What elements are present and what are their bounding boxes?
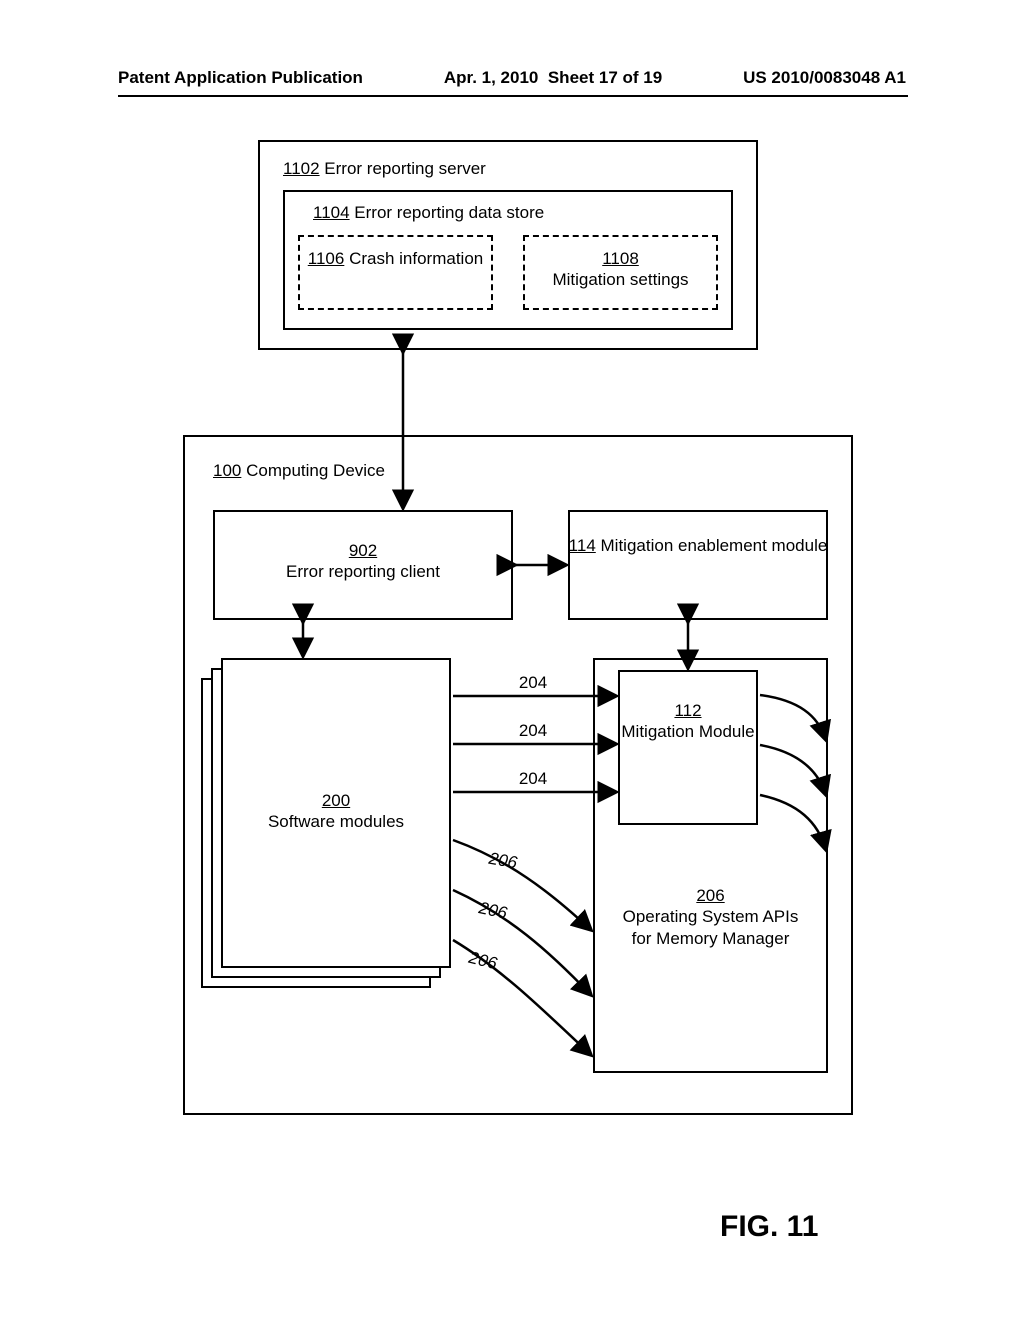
label-mitigation-settings: 1108 Mitigation settings xyxy=(523,248,718,291)
label-os-apis: 206 Operating System APIs for Memory Man… xyxy=(613,885,808,949)
label-204-2: 204 xyxy=(508,720,558,741)
label-mitigation-enablement-module: 114 Mitigation enablement module xyxy=(568,535,828,556)
page-header: Patent Application Publication Apr. 1, 2… xyxy=(0,68,1024,88)
figure-label: FIG. 11 xyxy=(720,1210,818,1244)
label-crash-information: 1106 Crash information xyxy=(298,248,493,269)
label-error-reporting-server: 1102 Error reporting server xyxy=(283,158,486,179)
label-error-reporting-client: 902 Error reporting client xyxy=(213,540,513,583)
label-error-reporting-data-store: 1104 Error reporting data store xyxy=(313,202,544,223)
header-rule xyxy=(118,95,908,97)
box-mitigation-enablement-module xyxy=(568,510,828,620)
header-mid: Apr. 1, 2010 Sheet 17 of 19 xyxy=(444,68,662,88)
label-software-modules: 200 Software modules xyxy=(221,790,451,833)
label-computing-device: 100 Computing Device xyxy=(213,460,385,481)
diagram-canvas: 1102 Error reporting server 1104 Error r… xyxy=(138,140,898,1200)
box-crash-information xyxy=(298,235,493,310)
label-204-1: 204 xyxy=(508,672,558,693)
label-mitigation-module: 112 Mitigation Module xyxy=(618,700,758,743)
header-left: Patent Application Publication xyxy=(118,68,363,88)
box-mitigation-module xyxy=(618,670,758,825)
header-pubno: US 2010/0083048 A1 xyxy=(743,68,906,88)
label-204-3: 204 xyxy=(508,768,558,789)
